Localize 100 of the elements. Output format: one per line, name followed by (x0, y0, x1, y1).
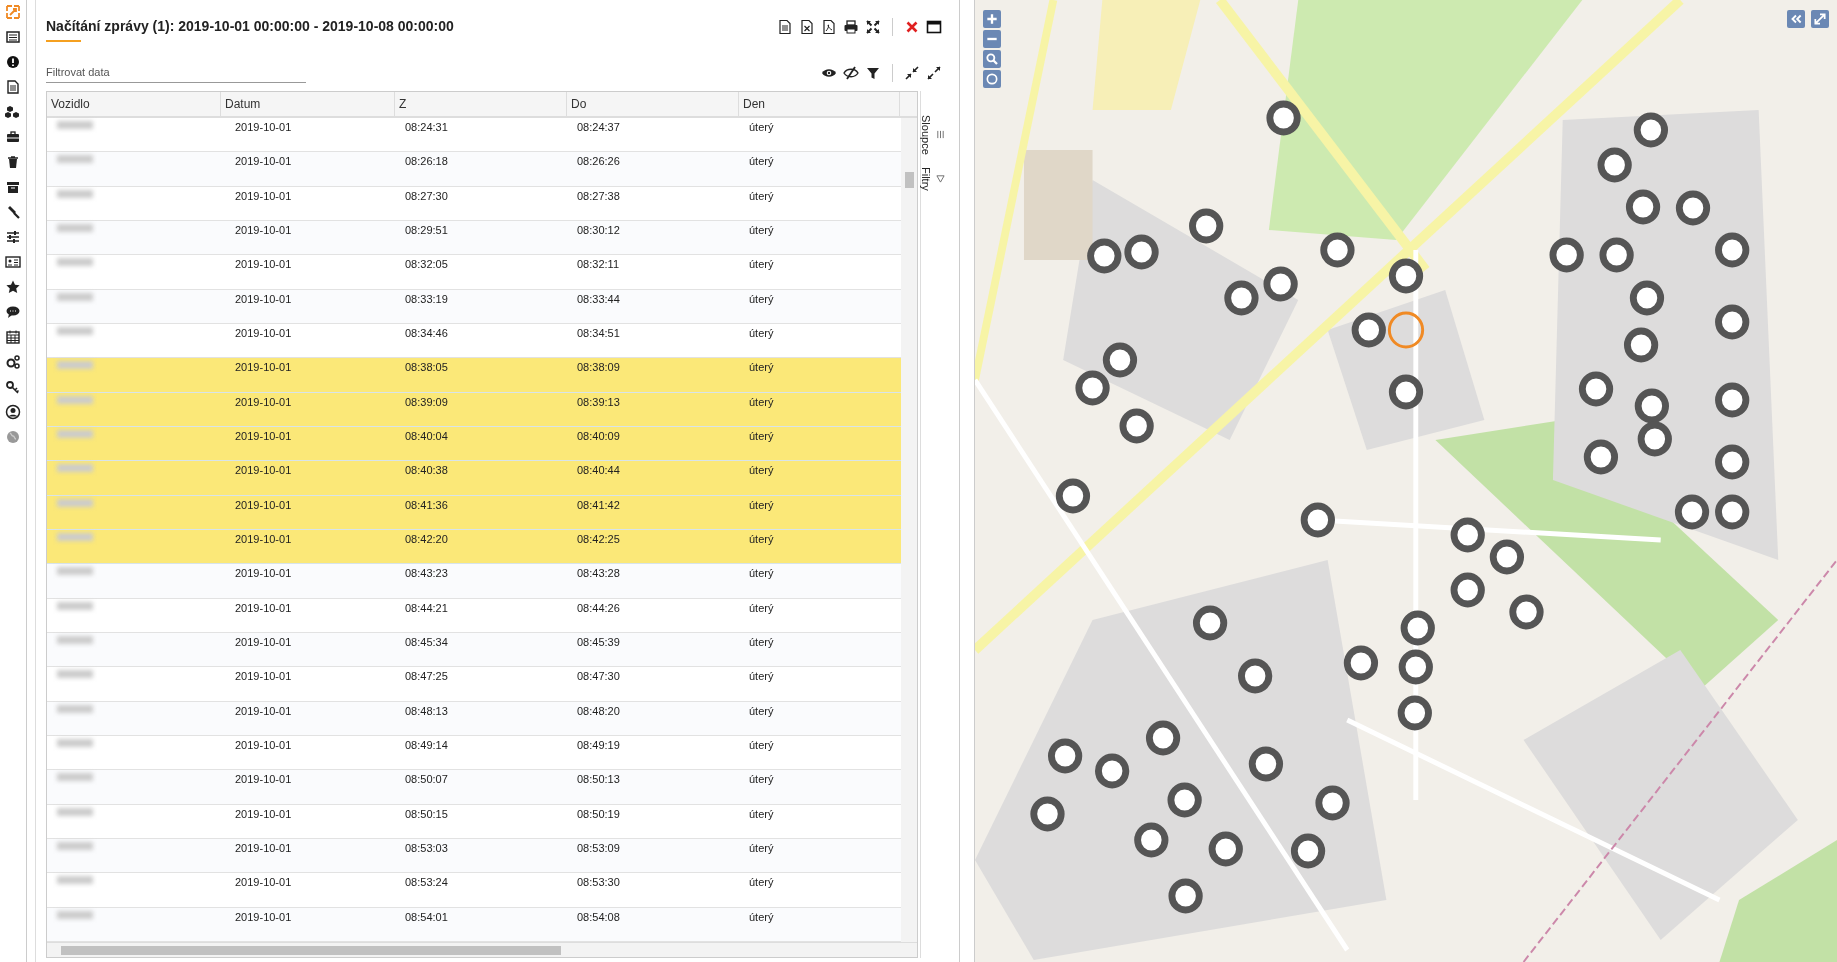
table-cell-text: 2019-10-01 (234, 463, 293, 477)
star-icon[interactable] (5, 279, 21, 295)
fullscreen-button[interactable] (1811, 10, 1829, 28)
circle-button[interactable] (983, 70, 1001, 88)
trash-icon[interactable] (5, 154, 21, 170)
fullscreen-icon (1813, 12, 1827, 26)
table-row[interactable]: 2019-10-01 08:48:13 08:48:20 úterý (47, 701, 901, 736)
table-row[interactable]: 2019-10-01 08:32:05 08:32:11 úterý (47, 255, 901, 290)
column-header[interactable]: Datum (221, 92, 395, 116)
table-cell-text: 08:47:25 (404, 669, 449, 683)
table-cell-text: 2019-10-01 (234, 120, 293, 133)
archive-icon[interactable] (5, 179, 21, 195)
columns-tab[interactable]: Sloupce (919, 115, 945, 155)
redacted-text (57, 121, 93, 129)
vertical-scrollbar[interactable] (901, 118, 917, 942)
table-cell-text: 2019-10-01 (234, 531, 293, 545)
briefcase-icon[interactable] (5, 129, 21, 145)
table-row[interactable]: 2019-10-01 08:40:38 08:40:44 úterý (47, 461, 901, 496)
collapse-button[interactable] (1787, 10, 1805, 28)
zoom-out-button[interactable] (983, 30, 1001, 48)
maximize-icon[interactable] (925, 18, 943, 36)
collapse-icon[interactable] (903, 63, 921, 82)
table-cell-text: 08:50:07 (404, 772, 449, 786)
redacted-text (57, 498, 93, 507)
table-row[interactable]: 2019-10-01 08:42:20 08:42:25 úterý (47, 529, 901, 565)
table-cell-text: úterý (748, 188, 775, 202)
table-row[interactable]: 2019-10-01 08:33:19 08:33:44 úterý (47, 289, 901, 324)
filter-icon (935, 174, 945, 184)
column-header[interactable]: Vozidlo (47, 92, 221, 116)
table-row[interactable]: 2019-10-01 08:40:04 08:40:09 úterý (47, 426, 901, 462)
table-cell-text: 08:27:30 (404, 188, 449, 202)
table-cell-text: 2019-10-01 (234, 360, 293, 374)
table-cell-text: 2019-10-01 (234, 428, 293, 442)
document-icon[interactable] (5, 79, 21, 95)
list-icon[interactable] (5, 29, 21, 45)
redacted-text (57, 464, 93, 473)
table-cell-text: úterý (748, 806, 775, 820)
column-header[interactable]: Den (739, 92, 900, 116)
id-card-icon[interactable] (5, 254, 21, 270)
excel-export-icon[interactable] (798, 18, 816, 36)
table-cell-text: 2019-10-01 (234, 257, 293, 271)
table-cell-text: 08:53:30 (576, 875, 621, 889)
table-row[interactable]: 2019-10-01 08:38:05 08:38:09 úterý (47, 358, 901, 393)
document-export-icon[interactable] (776, 18, 794, 36)
table-row[interactable]: 2019-10-01 08:54:01 08:54:08 úterý (47, 907, 901, 942)
table-cell-text: úterý (748, 497, 775, 511)
circle-icon (985, 72, 999, 86)
table-cell-text: 08:39:09 (404, 394, 449, 408)
column-header[interactable]: Z (395, 92, 567, 116)
table-cell-text: 2019-10-01 (234, 840, 293, 854)
zoom-in-button[interactable] (983, 10, 1001, 28)
print-icon[interactable] (842, 18, 860, 36)
column-header[interactable]: Do (567, 92, 739, 116)
redacted-text (57, 395, 93, 404)
expand-icon[interactable] (864, 18, 882, 36)
table-cell-text: úterý (748, 154, 775, 168)
redacted-text (57, 155, 93, 164)
redacted-text (57, 326, 93, 335)
table-row[interactable]: 2019-10-01 08:45:34 08:45:39 úterý (47, 632, 901, 668)
table-cell-text: 08:49:14 (404, 737, 449, 751)
pdf-export-icon[interactable] (820, 18, 838, 36)
table-row[interactable]: 2019-10-01 08:24:31 08:24:37 úterý (47, 118, 901, 153)
calendar-icon[interactable] (5, 329, 21, 345)
table-row[interactable]: 2019-10-01 08:29:51 08:30:12 úterý (47, 221, 901, 256)
horizontal-scrollbar[interactable] (47, 942, 917, 957)
table-cell-text: úterý (748, 737, 775, 751)
table-cell-text: 08:48:13 (404, 703, 449, 717)
search-icon (985, 52, 999, 66)
table-row[interactable]: 2019-10-01 08:39:09 08:39:13 úterý (47, 392, 901, 427)
table-cell-text: 2019-10-01 (234, 772, 293, 786)
panel-title: Načítání zprávy (1): 2019-10-01 00:00:00 - 2019-10-08 00:00:00 (46, 18, 454, 34)
table-cell-text: 2019-10-01 (234, 566, 293, 580)
filters-tab[interactable]: Filtry (919, 166, 945, 191)
table-cell-text: 08:44:21 (404, 600, 449, 614)
table-cell-text: 2019-10-01 (234, 909, 293, 923)
cubes-icon[interactable] (5, 104, 21, 120)
redacted-text (57, 189, 93, 198)
table-cell-text: 08:40:04 (404, 428, 449, 442)
table-row[interactable]: 2019-10-01 08:26:18 08:26:26 úterý (47, 152, 901, 187)
expand-arrows-icon[interactable] (925, 63, 943, 82)
comment-icon[interactable] (5, 304, 21, 320)
table-row[interactable]: 2019-10-01 08:53:03 08:53:09 úterý (47, 838, 901, 874)
table-cell-text: 2019-10-01 (234, 806, 293, 820)
columns-icon (935, 130, 945, 140)
table-row[interactable]: 2019-10-01 08:47:25 08:47:30 úterý (47, 667, 901, 702)
search-button[interactable] (983, 50, 1001, 68)
table-row[interactable]: 2019-10-01 08:50:07 08:50:13 úterý (47, 770, 901, 805)
table-cell-text: úterý (748, 394, 775, 408)
alert-icon[interactable] (5, 54, 21, 70)
table-cell-text: 08:30:12 (576, 223, 621, 236)
table-row[interactable]: 2019-10-01 08:53:24 08:53:30 úterý (47, 873, 901, 908)
redacted-text (57, 532, 93, 541)
table-row[interactable]: 2019-10-01 08:43:23 08:43:28 úterý (47, 564, 901, 599)
key-icon[interactable] (5, 379, 21, 395)
sliders-icon[interactable] (5, 229, 21, 245)
user-icon[interactable] (5, 404, 21, 420)
table-cell-text: 08:50:19 (576, 806, 621, 820)
table-row[interactable]: 2019-10-01 08:41:36 08:41:42 úterý (47, 495, 901, 530)
table-cell-text: 08:47:30 (576, 669, 621, 683)
table-cell-text: 08:49:19 (576, 737, 621, 751)
